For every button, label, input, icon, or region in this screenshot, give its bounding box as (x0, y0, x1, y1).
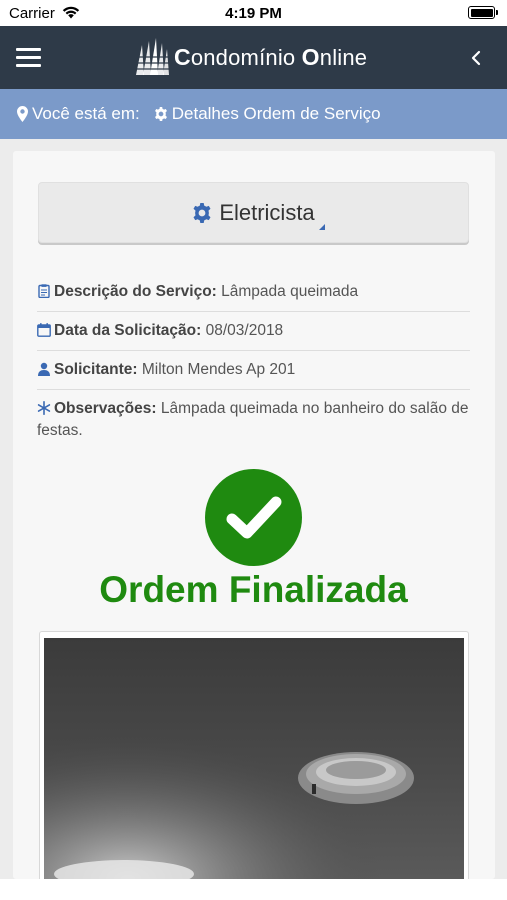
requester-label: Solicitante: (54, 361, 138, 378)
dropdown-caret-icon (319, 224, 325, 230)
date-label: Data da Solicitação: (54, 322, 202, 339)
gear-icon (154, 107, 167, 121)
asterisk-icon (37, 401, 51, 415)
bottom-safe-area (0, 879, 507, 900)
app-header: Condomínio Online (0, 26, 507, 89)
service-photo[interactable] (44, 638, 464, 879)
hamburger-menu-icon[interactable] (16, 48, 41, 67)
observations-label: Observações: (54, 400, 157, 417)
requester-value: Milton Mendes Ap 201 (137, 361, 296, 378)
calendar-icon (37, 323, 51, 337)
ceiling-lamp-photo (44, 638, 464, 879)
battery-icon (468, 6, 498, 19)
date-value: 08/03/2018 (201, 322, 284, 339)
breadcrumb-current: Detalhes Ordem de Serviço (171, 104, 381, 123)
description-label: Descrição do Serviço: (54, 283, 217, 300)
building-logo-icon (134, 38, 170, 75)
map-pin-icon (17, 106, 28, 122)
breadcrumb: Você está em: Detalhes Ordem de Serviço (0, 89, 507, 139)
chevron-left-icon[interactable] (469, 49, 483, 67)
check-circle-icon (205, 469, 302, 566)
description-value: Lâmpada queimada (216, 283, 359, 300)
status-bar: Carrier 4:19 PM (0, 0, 507, 26)
info-row-date: Data da Solicitação: 08/03/2018 (37, 320, 470, 351)
order-status-title: Ordem Finalizada (99, 569, 408, 610)
gear-icon (193, 202, 211, 223)
category-title: Eletricista (219, 199, 315, 225)
clock: 4:19 PM (225, 5, 282, 22)
info-row-description: Descrição do Serviço: Lâmpada queimada (37, 281, 470, 312)
breadcrumb-prefix: Você está em: (32, 104, 140, 123)
clipboard-icon (38, 284, 50, 298)
user-icon (38, 362, 50, 376)
app-title: Condomínio Online (174, 43, 368, 70)
info-row-observations: Observações: Lâmpada queimada no banheir… (37, 398, 470, 444)
info-row-requester: Solicitante: Milton Mendes Ap 201 (37, 359, 470, 390)
category-dropdown-button[interactable]: Eletricista (38, 182, 469, 243)
app-logo: Condomínio Online (134, 36, 367, 78)
